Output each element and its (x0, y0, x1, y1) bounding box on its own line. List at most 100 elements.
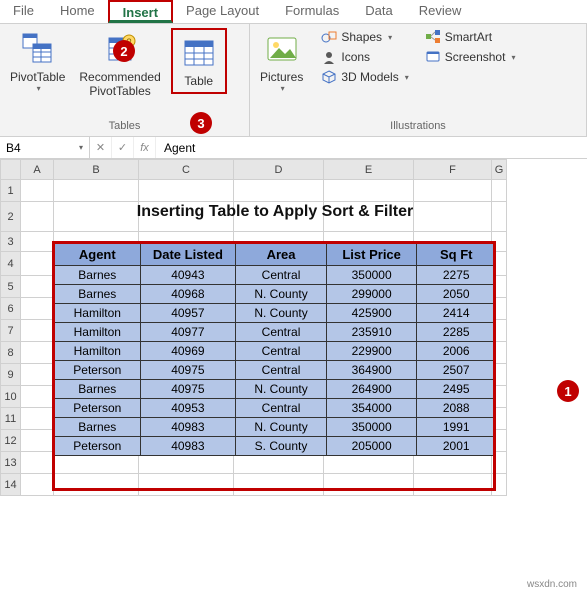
table-cell[interactable]: 364900 (326, 361, 417, 380)
table-row[interactable]: Barnes40968N. County2990002050 (55, 285, 496, 304)
table-row[interactable]: Peterson40975Central3649002507 (55, 361, 496, 380)
row-header-9[interactable]: 9 (1, 364, 21, 386)
table-cell[interactable]: 40968 (140, 285, 236, 304)
table-cell[interactable]: 2001 (417, 437, 496, 456)
cell[interactable] (21, 320, 54, 342)
table-cell[interactable]: Central (236, 342, 327, 361)
tab-insert[interactable]: Insert (108, 0, 173, 23)
table-cell[interactable]: N. County (236, 304, 327, 323)
cell[interactable] (21, 298, 54, 320)
table-cell[interactable]: Barnes (55, 418, 141, 437)
icons-button[interactable]: Icons (319, 48, 410, 66)
table-cell[interactable]: Hamilton (55, 304, 141, 323)
cell[interactable] (414, 180, 492, 202)
table-header[interactable]: Agent (55, 244, 141, 266)
table-cell[interactable]: 2507 (417, 361, 496, 380)
row-header-3[interactable]: 3 (1, 232, 21, 252)
cell[interactable] (21, 386, 54, 408)
table-cell[interactable]: 40943 (140, 266, 236, 285)
tab-pagelayout[interactable]: Page Layout (173, 0, 272, 23)
row-header-6[interactable]: 6 (1, 298, 21, 320)
table-header[interactable]: Area (236, 244, 327, 266)
table-cell[interactable]: Peterson (55, 399, 141, 418)
tab-formulas[interactable]: Formulas (272, 0, 352, 23)
select-all[interactable] (1, 160, 21, 180)
row-header-10[interactable]: 10 (1, 386, 21, 408)
table-cell[interactable]: N. County (236, 380, 327, 399)
table-row[interactable]: Barnes40975N. County2649002495 (55, 380, 496, 399)
row-header-1[interactable]: 1 (1, 180, 21, 202)
cell[interactable] (21, 232, 54, 252)
table-cell[interactable]: N. County (236, 418, 327, 437)
table-cell[interactable]: 2414 (417, 304, 496, 323)
table-cell[interactable]: Central (236, 266, 327, 285)
table-cell[interactable]: 205000 (326, 437, 417, 456)
table-cell[interactable]: 40977 (140, 323, 236, 342)
cell[interactable] (54, 180, 139, 202)
table-cell[interactable]: Peterson (55, 437, 141, 456)
table-cell[interactable]: Central (236, 399, 327, 418)
cell[interactable] (492, 474, 507, 496)
col-header-C[interactable]: C (139, 160, 234, 180)
table-cell[interactable]: 40969 (140, 342, 236, 361)
table-cell[interactable]: 2495 (417, 380, 496, 399)
table-header[interactable]: Date Listed (140, 244, 236, 266)
cell[interactable] (21, 364, 54, 386)
cell[interactable] (139, 180, 234, 202)
cell[interactable] (21, 276, 54, 298)
cell[interactable] (139, 474, 234, 496)
cell[interactable] (21, 180, 54, 202)
cancel-formula-button[interactable]: ✕ (90, 137, 112, 158)
enter-formula-button[interactable]: ✓ (112, 137, 134, 158)
row-header-4[interactable]: 4 (1, 252, 21, 276)
col-header-E[interactable]: E (324, 160, 414, 180)
table-cell[interactable]: 299000 (326, 285, 417, 304)
table-cell[interactable]: 2050 (417, 285, 496, 304)
cell[interactable] (54, 474, 139, 496)
tab-data[interactable]: Data (352, 0, 405, 23)
table-row[interactable]: Barnes40983N. County3500001991 (55, 418, 496, 437)
table-cell[interactable]: 1991 (417, 418, 496, 437)
table-cell[interactable]: 2088 (417, 399, 496, 418)
table-button[interactable]: Table (171, 28, 227, 94)
pivottable-button[interactable]: PivotTable ▾ (6, 28, 69, 95)
table-cell[interactable]: Central (236, 323, 327, 342)
cell[interactable] (414, 474, 492, 496)
cell[interactable] (21, 408, 54, 430)
cell[interactable] (324, 474, 414, 496)
table-cell[interactable]: Barnes (55, 285, 141, 304)
table-cell[interactable]: 40983 (140, 418, 236, 437)
table-cell[interactable]: 40983 (140, 437, 236, 456)
cell[interactable] (21, 430, 54, 452)
cell[interactable] (21, 342, 54, 364)
cell[interactable] (21, 452, 54, 474)
table-cell[interactable]: 350000 (326, 418, 417, 437)
table-cell[interactable]: 40957 (140, 304, 236, 323)
cell[interactable] (492, 180, 507, 202)
table-cell[interactable]: 2006 (417, 342, 496, 361)
pictures-button[interactable]: Pictures ▾ (256, 28, 307, 95)
tab-file[interactable]: File (0, 0, 47, 23)
table-row[interactable]: Hamilton40957N. County4259002414 (55, 304, 496, 323)
col-header-D[interactable]: D (234, 160, 324, 180)
cell[interactable] (234, 474, 324, 496)
table-header[interactable]: Sq Ft (417, 244, 496, 266)
table-header[interactable]: List Price (326, 244, 417, 266)
row-header-11[interactable]: 11 (1, 408, 21, 430)
table-row[interactable]: Barnes40943Central3500002275 (55, 266, 496, 285)
table-row[interactable]: Peterson40953Central3540002088 (55, 399, 496, 418)
table-cell[interactable]: 40975 (140, 361, 236, 380)
cell[interactable] (21, 202, 54, 232)
table-row[interactable]: Hamilton40969Central2299002006 (55, 342, 496, 361)
worksheet-grid[interactable]: ABCDEFG1234567891011121314 AgentDate Lis… (0, 159, 587, 496)
table-cell[interactable]: 354000 (326, 399, 417, 418)
tab-home[interactable]: Home (47, 0, 108, 23)
table-cell[interactable]: Central (236, 361, 327, 380)
col-header-B[interactable]: B (54, 160, 139, 180)
row-header-13[interactable]: 13 (1, 452, 21, 474)
table-cell[interactable]: Hamilton (55, 342, 141, 361)
row-header-12[interactable]: 12 (1, 430, 21, 452)
shapes-button[interactable]: Shapes▾ (319, 28, 410, 46)
3dmodels-button[interactable]: 3D Models▾ (319, 68, 410, 86)
recommended-pivot-button[interactable]: ? Recommended PivotTables (75, 28, 164, 100)
